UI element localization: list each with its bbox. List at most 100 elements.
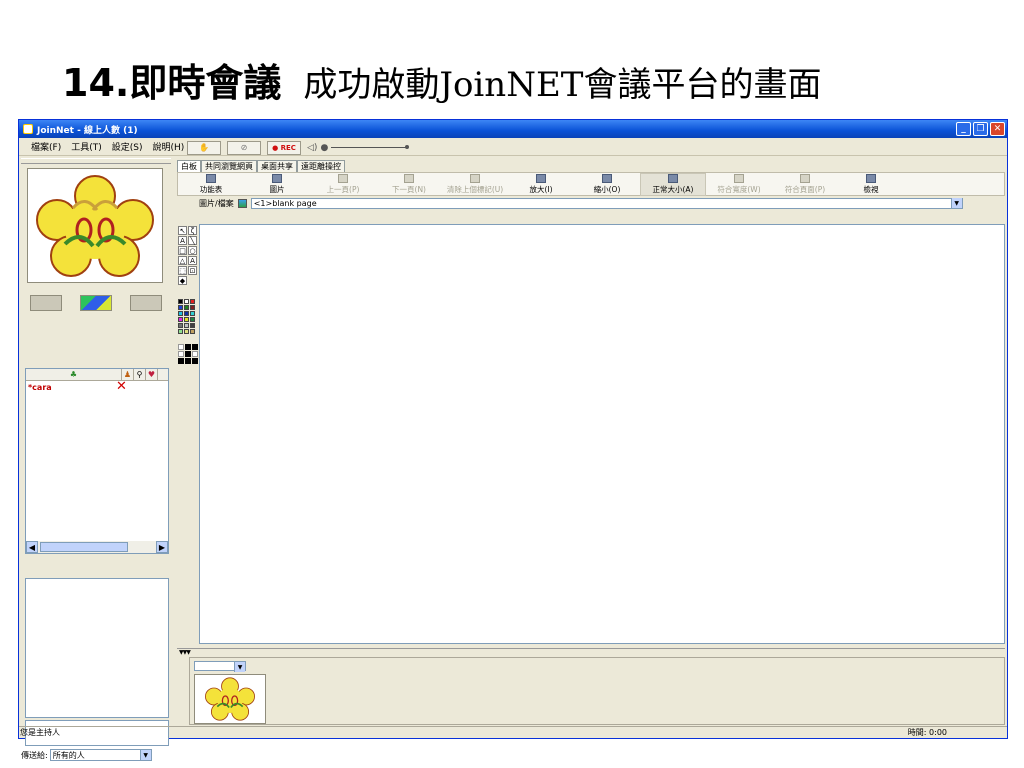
menu-button[interactable]: 功能表: [178, 173, 244, 195]
color-swatch[interactable]: [178, 311, 183, 316]
line-width-option[interactable]: [192, 358, 198, 364]
line-width-option[interactable]: [185, 351, 191, 357]
color-swatch[interactable]: [184, 329, 189, 334]
line-width-option[interactable]: [192, 344, 198, 350]
collapse-thumbnails-icon[interactable]: ▼▼▼: [177, 649, 1005, 656]
scroll-left-icon[interactable]: ◀: [26, 541, 38, 553]
tab-desktop-share[interactable]: 桌面共享: [257, 160, 297, 172]
color-swatch[interactable]: [184, 311, 189, 316]
no-audio-icon: ✕: [116, 379, 127, 394]
joinnet-window: JoinNet - 線上人數 (1) _ ❐ ✕ 檔案(F) 工具(T) 設定(…: [18, 119, 1008, 761]
text-tool-icon[interactable]: A: [178, 236, 187, 245]
eraser-tool-icon[interactable]: ◆: [178, 276, 187, 285]
color-swatch[interactable]: [178, 329, 183, 334]
line-width-option[interactable]: [192, 351, 198, 357]
participant-list-scrollbar[interactable]: ◀ ▶: [26, 541, 168, 553]
maximize-button[interactable]: ❐: [973, 122, 988, 136]
zoom-in-button[interactable]: 放大(I): [508, 173, 574, 195]
line-tool-icon[interactable]: ╲: [188, 236, 197, 245]
select-area-tool-icon[interactable]: ⬚: [178, 266, 187, 275]
color-swatch[interactable]: [184, 305, 189, 310]
mute-button[interactable]: ⊘: [227, 140, 261, 155]
color-swatch[interactable]: [178, 317, 183, 322]
color-swatch[interactable]: [190, 299, 195, 304]
page-selector[interactable]: <1>blank page ▼: [250, 197, 963, 209]
image-button[interactable]: 圖片: [244, 173, 310, 195]
menu-help[interactable]: 說明(H): [152, 140, 184, 153]
thumbnail-select[interactable]: ▼: [194, 661, 246, 672]
color-palette: [178, 299, 196, 334]
menu-tools[interactable]: 工具(T): [71, 140, 102, 153]
color-swatch[interactable]: [184, 299, 189, 304]
app-icon: [23, 124, 33, 134]
tab-cobrowse[interactable]: 共同瀏覽網頁: [201, 160, 257, 172]
whiteboard-toolbar: 功能表 圖片 上一頁(P) 下一頁(N) 清除上個標記(U) 放大(I) 縮小(…: [177, 172, 1005, 196]
undo-icon: [470, 173, 480, 183]
volume-slider[interactable]: [331, 145, 410, 149]
user-column-icon[interactable]: ♣: [26, 369, 122, 380]
ellipse-tool-icon[interactable]: ○: [188, 246, 197, 255]
fit-width-button[interactable]: 符合寬度(W): [706, 173, 772, 195]
color-swatch[interactable]: [190, 323, 195, 328]
line-width-option[interactable]: [178, 344, 184, 350]
actual-size-button[interactable]: 正常大小(A): [640, 172, 706, 196]
chat-history[interactable]: [25, 578, 169, 718]
line-width-option[interactable]: [178, 358, 184, 364]
color-swatch[interactable]: [184, 323, 189, 328]
participant-row[interactable]: *cara ✕: [26, 379, 168, 394]
panel-splitter[interactable]: [21, 158, 171, 164]
color-swatch[interactable]: [190, 311, 195, 316]
fit-page-icon: [800, 173, 810, 183]
volume-control[interactable]: ◁) ●: [307, 143, 410, 153]
rectangle-tool-icon[interactable]: □: [178, 246, 187, 255]
send-to-select[interactable]: 所有的人 ▼: [49, 749, 152, 761]
line-width-option[interactable]: [178, 351, 184, 357]
actual-size-icon: [668, 173, 678, 183]
capture-tool-icon[interactable]: ⊡: [188, 266, 197, 275]
raise-hand-button[interactable]: ✋: [187, 140, 221, 155]
view-button[interactable]: 檢視: [838, 173, 904, 195]
scroll-thumb[interactable]: [40, 542, 128, 552]
video-off-button[interactable]: [30, 295, 62, 311]
color-swatch[interactable]: [190, 329, 195, 334]
page-thumbnail[interactable]: [194, 674, 266, 724]
tab-whiteboard[interactable]: 白板: [177, 160, 201, 172]
color-swatch[interactable]: [178, 323, 183, 328]
chevron-down-icon[interactable]: ▼: [139, 750, 151, 760]
chevron-down-icon[interactable]: ▼: [234, 662, 245, 672]
prev-page-button[interactable]: 上一頁(P): [310, 173, 376, 195]
minimize-button[interactable]: _: [956, 122, 971, 136]
window-title: JoinNet - 線上人數 (1): [37, 125, 138, 136]
video-column-icon[interactable]: ⚲: [134, 369, 146, 380]
window-titlebar[interactable]: JoinNet - 線上人數 (1) _ ❐ ✕: [19, 120, 1007, 138]
moderator-column-icon[interactable]: ♥: [146, 369, 158, 380]
menu-file[interactable]: 檔案(F): [31, 140, 61, 153]
freehand-tool-icon[interactable]: ζ: [188, 226, 197, 235]
color-swatch[interactable]: [178, 299, 183, 304]
video-settings-button[interactable]: [80, 295, 112, 311]
highlight-text-tool-icon[interactable]: A: [188, 256, 197, 265]
menu-settings[interactable]: 設定(S): [112, 140, 143, 153]
color-swatch[interactable]: [190, 317, 195, 322]
color-swatch[interactable]: [184, 317, 189, 322]
undo-mark-button[interactable]: 清除上個標記(U): [442, 173, 508, 195]
chevron-down-icon[interactable]: ▼: [950, 198, 962, 208]
snapshot-button[interactable]: [130, 295, 162, 311]
emblem-thumbnail-icon: [205, 677, 255, 721]
line-width-option[interactable]: [185, 344, 191, 350]
fit-page-button[interactable]: 符合頁面(P): [772, 173, 838, 195]
pointer-tool-icon[interactable]: ↖: [178, 226, 187, 235]
tab-remote-control[interactable]: 遠距離操控: [297, 160, 345, 172]
scroll-right-icon[interactable]: ▶: [156, 541, 168, 553]
color-swatch[interactable]: [178, 305, 183, 310]
image-icon: [272, 173, 282, 183]
close-button[interactable]: ✕: [990, 122, 1005, 136]
next-page-button[interactable]: 下一頁(N): [376, 173, 442, 195]
zoom-out-button[interactable]: 縮小(O): [574, 173, 640, 195]
polygon-tool-icon[interactable]: △: [178, 256, 187, 265]
line-width-option[interactable]: [185, 358, 191, 364]
color-swatch[interactable]: [190, 305, 195, 310]
record-button[interactable]: ● REC: [267, 140, 301, 155]
whiteboard-canvas[interactable]: [199, 224, 1005, 644]
zoom-out-label: 縮小(O): [593, 184, 621, 194]
